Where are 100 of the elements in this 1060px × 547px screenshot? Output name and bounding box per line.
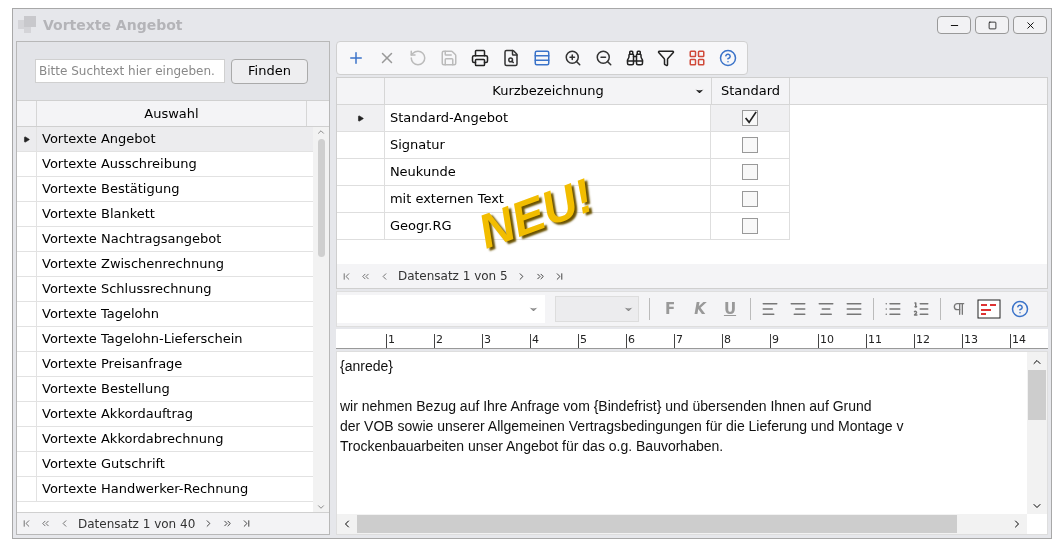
- ruler-number: 3: [482, 334, 530, 348]
- standard-checkbox[interactable]: [742, 110, 759, 126]
- fields-icon[interactable]: [977, 299, 1001, 319]
- list-row[interactable]: Vortexte Handwerker-Rechnung: [17, 477, 313, 502]
- numbered-list-icon[interactable]: [912, 300, 930, 318]
- document-search-icon[interactable]: [502, 49, 520, 67]
- list-row[interactable]: Vortexte Angebot: [17, 127, 313, 152]
- zoom-out-icon[interactable]: [595, 49, 613, 67]
- align-icon[interactable]: [845, 300, 863, 318]
- list-item-label: Vortexte Tagelohn-Lieferschein: [41, 330, 243, 349]
- save-icon[interactable]: [440, 49, 458, 67]
- list-row[interactable]: Vortexte Bestätigung: [17, 177, 313, 202]
- list-item-label: Vortexte Bestellung: [41, 380, 170, 399]
- list-row[interactable]: Vortexte Bestellung: [17, 377, 313, 402]
- grid-cell: Standard-Angebot: [384, 105, 712, 131]
- list-item-label: Vortexte Handwerker-Rechnung: [41, 480, 249, 499]
- scroll-thumb[interactable]: [357, 515, 957, 533]
- ruler-number: 5: [578, 334, 626, 348]
- column-header[interactable]: Kurzbezeichnung: [385, 78, 712, 104]
- record-counter: Datensatz 1 von 40: [78, 515, 196, 533]
- list-item-label: Vortexte Schlussrechnung: [41, 280, 212, 299]
- ruler-number: 9: [770, 334, 818, 348]
- list-item-label: Vortexte Zwischenrechnung: [41, 255, 224, 274]
- pilcrow-icon[interactable]: [951, 301, 967, 317]
- grid-settings-icon[interactable]: [688, 49, 706, 67]
- printer-icon[interactable]: [471, 49, 489, 67]
- editor-text-line: {anrede}: [340, 357, 394, 376]
- horizontal-scrollbar[interactable]: [337, 514, 1027, 534]
- first-record-icon[interactable]: [341, 270, 352, 282]
- editor-text-line: der VOB sowie unserer Allgemeinen Vertragsbedingungen für die Lieferung und Montage v: [340, 417, 905, 436]
- column-header[interactable]: Standard: [712, 78, 790, 104]
- ruler-number: 7: [674, 334, 722, 348]
- scroll-down-icon[interactable]: [316, 502, 326, 512]
- list-row[interactable]: Vortexte Tagelohn: [17, 302, 313, 327]
- record-counter: Datensatz 1 von 5: [398, 268, 508, 285]
- align-icon[interactable]: [789, 300, 807, 318]
- list-row[interactable]: Vortexte Akkordabrechnung: [17, 427, 313, 452]
- previous-page-icon[interactable]: [40, 518, 51, 529]
- undo-icon[interactable]: [409, 49, 427, 67]
- search-icon[interactable]: [626, 49, 644, 67]
- filter-icon[interactable]: [657, 49, 675, 67]
- help-icon[interactable]: [719, 49, 737, 67]
- bullet-list-icon[interactable]: [884, 300, 902, 318]
- list-row[interactable]: Vortexte Tagelohn-Lieferschein: [17, 327, 313, 352]
- ruler-number: 11: [866, 334, 914, 348]
- row-indicator-icon: [356, 114, 364, 122]
- list-item-label: Vortexte Akkordabrechnung: [41, 430, 224, 449]
- ruler-number: 2: [434, 334, 482, 348]
- scroll-thumb[interactable]: [317, 139, 325, 257]
- list-item-label: Vortexte Blankett: [41, 205, 155, 224]
- ruler-number: 8: [722, 334, 770, 348]
- maximize-icon: [987, 20, 997, 30]
- ruler-number: 12: [914, 334, 962, 348]
- next-page-icon[interactable]: [222, 518, 234, 529]
- search-field[interactable]: Bitte Suchtext hier eingeben.: [35, 59, 225, 83]
- ruler-number: 4: [530, 334, 578, 348]
- scroll-up-icon[interactable]: [316, 127, 326, 137]
- first-record-icon[interactable]: [21, 518, 32, 529]
- align-icon[interactable]: [817, 300, 835, 318]
- scroll-thumb[interactable]: [1028, 370, 1046, 420]
- list-item-label: Vortexte Preisanfrage: [41, 355, 183, 374]
- list-row[interactable]: Vortexte Ausschreibung: [17, 152, 313, 177]
- list-item-label: Vortexte Ausschreibung: [41, 155, 197, 174]
- ruler-number: 10: [818, 334, 866, 348]
- ruler-number: 13: [962, 334, 1010, 348]
- align-icon[interactable]: [761, 300, 779, 318]
- standard-checkbox[interactable]: [742, 191, 759, 207]
- standard-checkbox[interactable]: [742, 164, 759, 180]
- list-row[interactable]: Vortexte Zwischenrechnung: [17, 252, 313, 277]
- help-icon[interactable]: [1011, 300, 1029, 318]
- plus-icon[interactable]: [347, 49, 365, 67]
- app-icon: [17, 15, 39, 35]
- list-item-label: Vortexte Angebot: [41, 130, 156, 149]
- list-row[interactable]: Vortexte Gutschrift: [17, 452, 313, 477]
- list-item-label: Vortexte Gutschrift: [41, 455, 165, 474]
- minimize-button[interactable]: [937, 16, 971, 34]
- list-item-label: Vortexte Bestätigung: [41, 180, 180, 199]
- list-item-label: Vortexte Nachtragsangebot: [41, 230, 222, 249]
- ruler-number: 6: [626, 334, 674, 348]
- find-button[interactable]: Finden: [231, 58, 308, 84]
- list-item-label: Vortexte Tagelohn: [41, 305, 160, 324]
- editor-text-line: wir nehmen Bezug auf Ihre Anfrage vom {Bindefrist} und übersenden Ihnen auf Grund: [340, 397, 873, 416]
- editor-text-line: Trockenbauarbeiten unser Angebot für das o.g. Bauvorhaben.: [340, 437, 725, 456]
- vertical-scrollbar[interactable]: [1027, 352, 1047, 514]
- close-icon: [1024, 19, 1036, 31]
- list-row[interactable]: Vortexte Blankett: [17, 202, 313, 227]
- list-row[interactable]: Vortexte Schlussrechnung: [17, 277, 313, 302]
- row-indicator-icon: [23, 135, 30, 143]
- list-row[interactable]: Vortexte Akkordauftrag: [17, 402, 313, 427]
- list-item-label: Vortexte Akkordauftrag: [41, 405, 193, 424]
- vertical-scrollbar[interactable]: [313, 127, 329, 512]
- standard-checkbox[interactable]: [742, 137, 759, 153]
- close-button[interactable]: [1013, 16, 1047, 34]
- ruler-number: 14: [1010, 334, 1048, 348]
- list-row[interactable]: Vortexte Nachtragsangebot: [17, 227, 313, 252]
- standard-checkbox[interactable]: [742, 218, 759, 234]
- maximize-button[interactable]: [975, 16, 1009, 34]
- rows-icon[interactable]: [533, 49, 551, 67]
- list-row[interactable]: Vortexte Preisanfrage: [17, 352, 313, 377]
- zoom-in-icon[interactable]: [564, 49, 582, 67]
